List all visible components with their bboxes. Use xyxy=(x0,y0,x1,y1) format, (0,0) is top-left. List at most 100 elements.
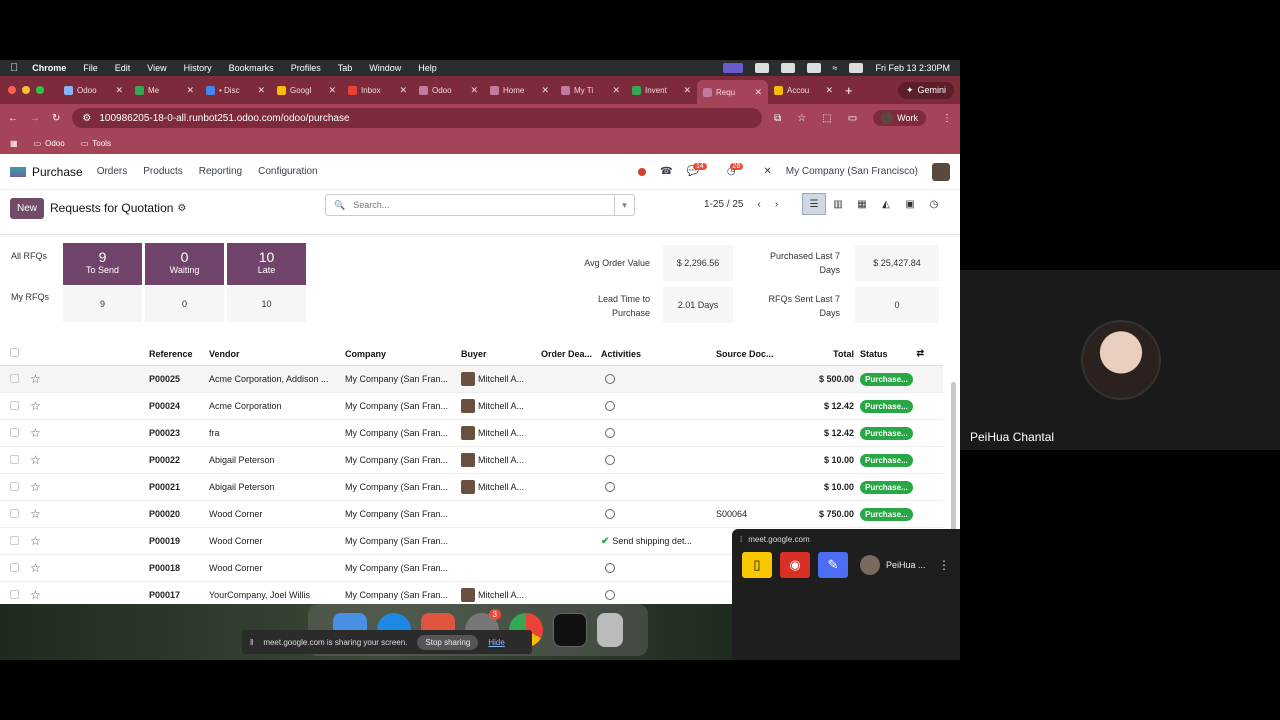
table-row[interactable]: ☆ P00022 Abigail Peterson My Company (San F… xyxy=(0,447,943,474)
new-button[interactable]: New xyxy=(10,197,45,219)
sidepanel-icon[interactable]: ▭ xyxy=(848,113,857,124)
activity-clock-icon[interactable] xyxy=(605,455,615,465)
bookmark-star-icon[interactable]: ☆ xyxy=(797,113,806,124)
keyboard-input-icon[interactable] xyxy=(780,63,795,73)
zoom-window-icon[interactable] xyxy=(36,86,44,94)
menu-bookmarks[interactable]: Bookmarks xyxy=(229,63,274,73)
user-avatar[interactable] xyxy=(932,162,950,181)
pivot-view-icon[interactable]: ▦ xyxy=(850,193,874,215)
calendar-view-icon[interactable]: ▣ xyxy=(898,193,922,215)
tile-waiting[interactable]: 0 Waiting xyxy=(145,243,224,285)
menu-edit[interactable]: Edit xyxy=(115,63,131,73)
column-header[interactable]: Vendor xyxy=(209,349,345,359)
menu-products[interactable]: Products xyxy=(143,166,182,177)
phone-icon[interactable]: ☎ xyxy=(660,166,672,177)
app-name[interactable]: Purchase xyxy=(32,165,83,179)
pager-value[interactable]: 1-25 / 25 xyxy=(704,199,743,210)
table-row[interactable]: ☆ P00025 Acme Corporation, Addison ... My C… xyxy=(0,366,943,393)
wifi-icon[interactable]: ≈ xyxy=(833,63,838,73)
company-switcher[interactable]: My Company (San Francisco) xyxy=(786,166,918,177)
activity-monitor-icon[interactable] xyxy=(553,613,587,647)
menu-history[interactable]: History xyxy=(184,63,212,73)
bookmark-folder[interactable]: ▭ Tools xyxy=(81,139,111,148)
browser-tab[interactable]: Home ✕ xyxy=(484,79,555,101)
table-row[interactable]: ☆ P00023 fra My Company (San Fran... Mitchel… xyxy=(0,420,943,447)
address-bar[interactable]: ⚙ 100986205-18-0-all.runbot251.odoo.com/… xyxy=(72,108,763,128)
column-header[interactable]: Order Dea... xyxy=(541,349,601,359)
browser-tab[interactable]: Accou ✕ xyxy=(768,79,839,101)
menu-configuration[interactable]: Configuration xyxy=(258,166,317,177)
column-header[interactable]: Buyer xyxy=(461,349,541,359)
my-to-send-cell[interactable]: 9 xyxy=(63,286,142,322)
tab-close-icon[interactable]: ✕ xyxy=(825,85,833,96)
my-waiting-cell[interactable]: 0 xyxy=(145,286,224,322)
menu-orders[interactable]: Orders xyxy=(97,166,128,177)
star-icon[interactable]: ☆ xyxy=(30,561,149,575)
annotate-pen-icon[interactable]: ✎ xyxy=(818,552,848,578)
search-input[interactable]: Search... xyxy=(353,200,389,210)
close-window-icon[interactable] xyxy=(8,86,16,94)
select-all-checkbox[interactable] xyxy=(0,348,30,359)
star-icon[interactable]: ☆ xyxy=(30,588,149,602)
menu-file[interactable]: File xyxy=(83,63,98,73)
cast-icon[interactable]: ⧉ xyxy=(774,113,781,124)
activity-view-icon[interactable]: ◷ xyxy=(922,193,946,215)
activity-clock-icon[interactable] xyxy=(605,482,615,492)
star-icon[interactable]: ☆ xyxy=(30,480,149,494)
profile-button[interactable]: Work xyxy=(873,110,926,126)
row-checkbox[interactable] xyxy=(0,400,30,412)
tab-close-icon[interactable]: ✕ xyxy=(257,85,265,96)
graph-view-icon[interactable]: ◭ xyxy=(874,193,898,215)
row-checkbox[interactable] xyxy=(0,427,30,439)
pager-previous-icon[interactable]: ‹ xyxy=(757,199,760,210)
activity-clock-icon[interactable] xyxy=(605,401,615,411)
menu-tab[interactable]: Tab xyxy=(338,63,353,73)
cell-activities[interactable] xyxy=(601,509,716,519)
menu-window[interactable]: Window xyxy=(369,63,401,73)
new-tab-icon[interactable]: + xyxy=(845,83,853,98)
activity-clock-icon[interactable]: ◷28 xyxy=(727,163,750,177)
reload-icon[interactable]: ↻ xyxy=(52,113,60,124)
meet-participant[interactable]: PeiHua ... xyxy=(860,555,926,575)
menu-view[interactable]: View xyxy=(147,63,166,73)
drag-handle-icon[interactable]: ⁞ xyxy=(740,535,742,544)
tile-late[interactable]: 10 Late xyxy=(227,243,306,285)
column-header[interactable]: Company xyxy=(345,349,461,359)
cell-activities[interactable] xyxy=(601,401,716,411)
stop-sharing-button[interactable]: Stop sharing xyxy=(417,634,479,650)
extensions-icon[interactable]: ⬚ xyxy=(822,113,831,124)
record-icon[interactable]: ◉ xyxy=(780,552,810,578)
chat-icon[interactable]: 💬14 xyxy=(687,163,713,177)
star-icon[interactable]: ☆ xyxy=(30,372,149,386)
browser-tab[interactable]: • Disc ✕ xyxy=(200,79,271,101)
pager-next-icon[interactable]: › xyxy=(775,199,778,210)
cell-activities[interactable] xyxy=(601,455,716,465)
tab-close-icon[interactable]: ✕ xyxy=(683,85,691,96)
tab-close-icon[interactable]: ✕ xyxy=(328,85,336,96)
optional-columns-icon[interactable]: ⇄ xyxy=(916,348,924,359)
column-header[interactable]: Source Doc... xyxy=(716,349,794,359)
column-header[interactable]: Status xyxy=(860,349,888,359)
cell-activities[interactable]: ✔ Send shipping det... xyxy=(601,536,716,547)
row-checkbox[interactable] xyxy=(0,562,30,574)
tab-close-icon[interactable]: ✕ xyxy=(541,85,549,96)
star-icon[interactable]: ☆ xyxy=(30,534,149,548)
cell-activities[interactable] xyxy=(601,428,716,438)
search-bar[interactable]: 🔍 Search... ▾ xyxy=(325,194,635,216)
more-menu-icon[interactable]: ⋮ xyxy=(942,113,952,124)
screen-share-indicator-icon[interactable] xyxy=(722,63,743,73)
menu-help[interactable]: Help xyxy=(418,63,437,73)
forward-arrow-icon[interactable]: → xyxy=(30,113,40,124)
trash-icon[interactable] xyxy=(597,613,623,647)
tab-close-icon[interactable]: ✕ xyxy=(115,85,123,96)
browser-tab[interactable]: Odoo ✕ xyxy=(58,79,129,101)
browser-tab[interactable]: Odoo ✕ xyxy=(413,79,484,101)
activity-clock-icon[interactable] xyxy=(605,374,615,384)
display-icon[interactable] xyxy=(754,63,769,73)
cell-activities[interactable] xyxy=(601,563,716,573)
row-checkbox[interactable] xyxy=(0,481,30,493)
list-scrollbar[interactable] xyxy=(951,382,956,542)
activity-clock-icon[interactable] xyxy=(605,509,615,519)
star-icon[interactable]: ☆ xyxy=(30,507,149,521)
menu-app-name[interactable]: Chrome xyxy=(32,63,66,73)
